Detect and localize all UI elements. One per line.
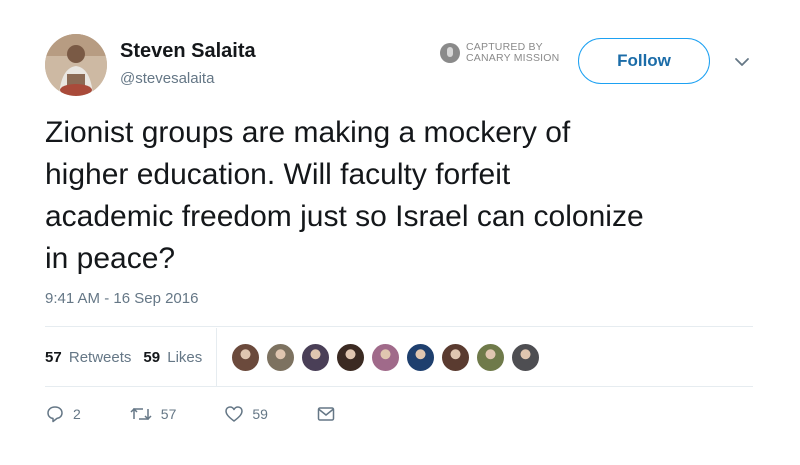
watermark-line-2: CANARY MISSION <box>466 52 560 64</box>
tweet-stats: 57 Retweets 59 Likes <box>45 328 753 386</box>
liker-avatar[interactable] <box>301 342 331 372</box>
tweet-timestamp[interactable]: 9:41 AM - 16 Sep 2016 <box>45 290 198 307</box>
likes-count: 59 <box>143 348 161 366</box>
liker-avatar[interactable] <box>476 342 506 372</box>
liker-avatar[interactable] <box>441 342 471 372</box>
watermark-text: CAPTURED BY CANARY MISSION <box>466 42 559 64</box>
liker-avatar[interactable] <box>266 342 296 372</box>
canary-logo-icon <box>440 43 460 63</box>
avatar-photo <box>45 34 107 96</box>
envelope-icon <box>317 407 335 421</box>
liker-avatars <box>231 342 546 372</box>
stats-separator <box>216 328 218 386</box>
liker-avatar[interactable] <box>511 342 541 372</box>
direct-message-button[interactable] <box>316 404 344 424</box>
retweet-icon <box>130 407 152 421</box>
tweet-actions: 2 57 59 <box>45 404 392 424</box>
tweet-card: Steven Salaita @stevesalaita CAPTURED BY… <box>0 0 800 465</box>
likes-label: Likes <box>167 348 203 366</box>
reply-icon <box>47 406 63 423</box>
canary-mission-watermark: CAPTURED BY CANARY MISSION <box>440 42 559 64</box>
liker-avatar[interactable] <box>231 342 261 372</box>
liker-avatar[interactable] <box>336 342 366 372</box>
reply-button[interactable]: 2 <box>45 404 81 424</box>
liker-avatar[interactable] <box>371 342 401 372</box>
author-name[interactable]: Steven Salaita <box>120 40 256 63</box>
retweets-count: 57 <box>45 348 62 366</box>
retweet-count: 57 <box>160 406 177 422</box>
reply-count: 2 <box>73 406 81 422</box>
retweets-stat[interactable]: 57 Retweets <box>45 349 131 366</box>
author-handle[interactable]: @stevesalaita <box>120 70 214 87</box>
like-count: 59 <box>252 406 268 422</box>
heart-icon <box>225 406 244 422</box>
likes-stat[interactable]: 59 Likes <box>143 349 202 366</box>
liker-avatar[interactable] <box>406 342 436 372</box>
retweet-button[interactable]: 57 <box>129 404 177 424</box>
divider <box>45 326 753 327</box>
retweets-label: Retweets <box>68 348 132 366</box>
tweet-text: Zionist groups are making a mockery of h… <box>45 116 644 275</box>
avatar[interactable] <box>45 34 107 96</box>
follow-button[interactable]: Follow <box>578 38 710 84</box>
chevron-down-icon[interactable] <box>733 53 751 71</box>
like-button[interactable]: 59 <box>224 404 268 424</box>
divider <box>45 386 753 387</box>
